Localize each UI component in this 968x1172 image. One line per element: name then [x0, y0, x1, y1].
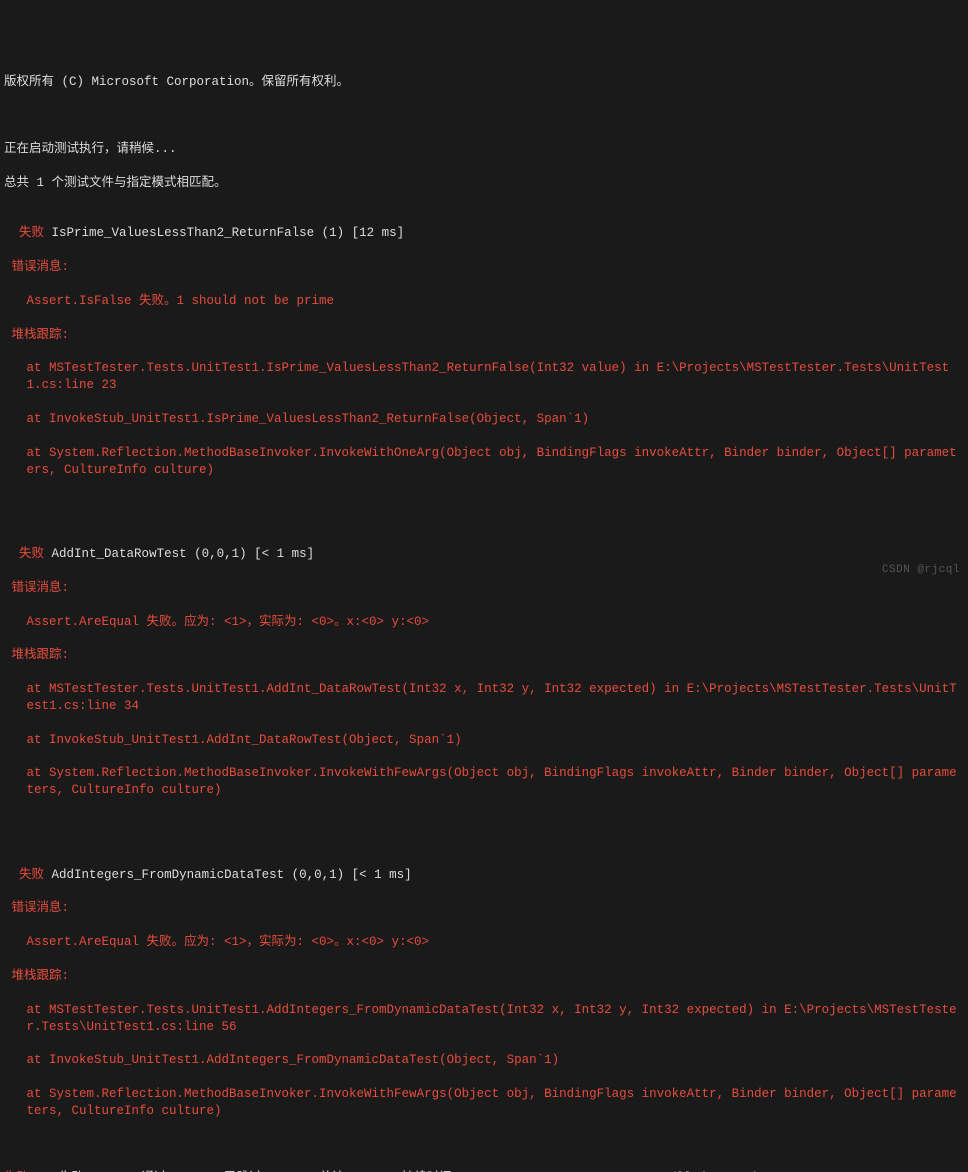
error-label: 错误消息: [4, 580, 964, 597]
summary-skipped-label: ，已跳过: [212, 1171, 270, 1172]
test-status: 失败 [19, 868, 44, 882]
error-label: 错误消息: [4, 900, 964, 917]
stack-frame: at MSTestTester.Tests.UnitTest1.AddInt_D… [4, 681, 964, 715]
stack-frame: at System.Reflection.MethodBaseInvoker.I… [4, 445, 964, 479]
summary-total-count: 11 [352, 1171, 390, 1172]
stack-frame: at System.Reflection.MethodBaseInvoker.I… [4, 765, 964, 799]
summary-status: 失败! [4, 1171, 37, 1172]
stack-frame: at MSTestTester.Tests.UnitTest1.AddInteg… [4, 1002, 964, 1036]
start-line-1: 正在启动测试执行，请稍候... [4, 141, 964, 158]
summary-passed-label: ，通过: [129, 1171, 174, 1172]
error-message: Assert.AreEqual 失败。应为: <1>，实际为: <0>。x:<0… [4, 934, 964, 951]
summary-line: 失败! - 失败: 3，通过: 8，已跳过: 0，总计: 11，持续时间: 77… [4, 1170, 964, 1172]
blank-line [4, 816, 964, 833]
copyright-line: 版权所有 (C) Microsoft Corporation。保留所有权利。 [4, 74, 964, 91]
summary-failed-label: - 失败: [37, 1171, 92, 1172]
stack-label: 堆栈跟踪: [4, 968, 964, 985]
summary-skipped-count: 0 [269, 1171, 307, 1172]
stack-frame: at InvokeStub_UnitTest1.AddInt_DataRowTe… [4, 732, 964, 749]
stack-frame: at InvokeStub_UnitTest1.IsPrime_ValuesLe… [4, 411, 964, 428]
test-name: AddInt_DataRowTest (0,0,1) [< 1 ms] [52, 547, 315, 561]
test-status: 失败 [19, 226, 44, 240]
error-message: Assert.IsFalse 失败。1 should not be prime [4, 293, 964, 310]
summary-passed-count: 8 [174, 1171, 212, 1172]
stack-label: 堆栈跟踪: [4, 327, 964, 344]
watermark: CSDN @rjcql [882, 563, 960, 578]
stack-label: 堆栈跟踪: [4, 647, 964, 664]
summary-duration: 77 ms [467, 1171, 505, 1172]
summary-duration-label: ，持续时间: [389, 1171, 467, 1172]
blank-line [4, 107, 964, 124]
summary-tail: - MSTestTester.Tests.dll (net8.0) [504, 1171, 759, 1172]
test-header-0: 失败 IsPrime_ValuesLessThan2_ReturnFalse (… [4, 225, 964, 242]
test-header-1: 失败 AddInt_DataRowTest (0,0,1) [< 1 ms] [4, 546, 964, 563]
stack-frame: at System.Reflection.MethodBaseInvoker.I… [4, 1086, 964, 1120]
summary-total-label: ，总计: [307, 1171, 352, 1172]
test-name: AddIntegers_FromDynamicDataTest (0,0,1) … [52, 868, 412, 882]
test-header-2: 失败 AddIntegers_FromDynamicDataTest (0,0,… [4, 867, 964, 884]
error-message: Assert.AreEqual 失败。应为: <1>，实际为: <0>。x:<0… [4, 614, 964, 631]
stack-frame: at MSTestTester.Tests.UnitTest1.IsPrime_… [4, 360, 964, 394]
test-status: 失败 [19, 547, 44, 561]
blank-line [4, 495, 964, 512]
summary-failed-count: 3 [92, 1171, 130, 1172]
start-line-2: 总共 1 个测试文件与指定模式相匹配。 [4, 175, 964, 192]
stack-frame: at InvokeStub_UnitTest1.AddIntegers_From… [4, 1052, 964, 1069]
test-name: IsPrime_ValuesLessThan2_ReturnFalse (1) … [52, 226, 405, 240]
error-label: 错误消息: [4, 259, 964, 276]
